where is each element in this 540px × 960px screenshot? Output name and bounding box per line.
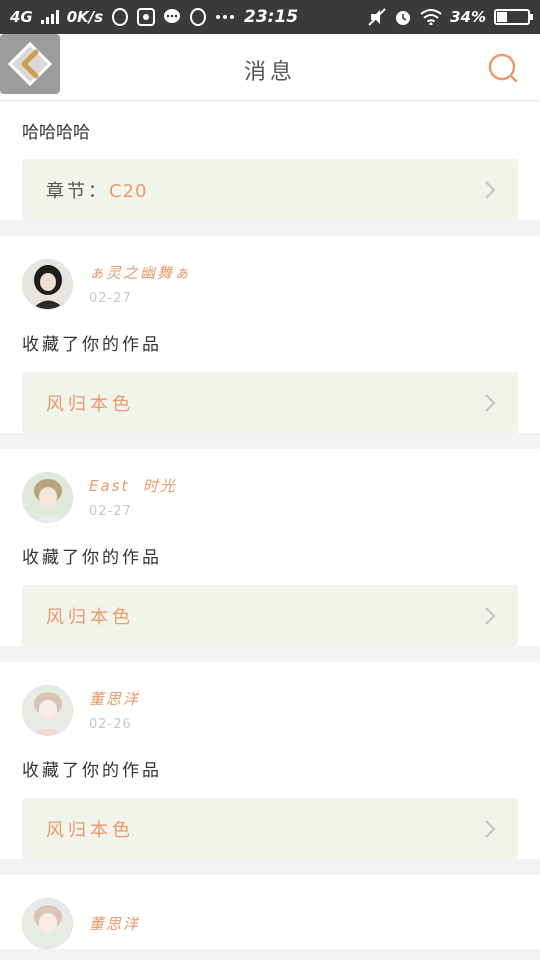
message-card: ぁ灵之幽舞ぁ 02-27 收藏了你的作品 风归本色 [0, 236, 540, 433]
page-title: 消息 [243, 60, 296, 85]
wifi-icon [420, 9, 442, 25]
network-speed: 0K/s [66, 8, 104, 26]
battery-fill [497, 12, 507, 22]
network-type: 4G [10, 8, 33, 26]
user-name[interactable]: 董思洋 [89, 688, 140, 709]
message-text: 收藏了你的作品 [22, 335, 162, 355]
clock: 23:15 [244, 7, 299, 27]
alarm-icon [394, 8, 412, 26]
avatar[interactable] [22, 684, 73, 736]
message-card: 董思洋 [0, 875, 540, 949]
work-link[interactable]: 风归本色 [22, 798, 518, 859]
more-icon [215, 14, 235, 20]
chapter-link[interactable]: 章节：C20 [22, 159, 518, 220]
search-icon [488, 53, 518, 83]
app-icon [137, 8, 156, 26]
message-date: 02-27 [89, 291, 132, 306]
message-card: 哈哈哈哈 章节：C20 [0, 102, 540, 220]
chapter-value: C20 [109, 180, 148, 202]
search-button[interactable] [488, 53, 518, 83]
user-name[interactable]: ぁ灵之幽舞ぁ [89, 262, 191, 283]
message-card: 董思洋 02-26 收藏了你的作品 风归本色 [0, 662, 540, 859]
chevron-right-icon [485, 819, 496, 838]
message-date: 02-26 [89, 717, 132, 732]
chevron-right-icon [485, 393, 496, 412]
avatar[interactable] [22, 258, 73, 310]
chapter-label: 章节： [46, 180, 109, 202]
user-name[interactable]: 董思洋 [89, 913, 140, 934]
user-name[interactable]: East 时光 [89, 475, 177, 496]
battery-percent: 34% [450, 8, 486, 26]
avatar[interactable] [22, 897, 73, 949]
work-link[interactable]: 风归本色 [22, 372, 518, 433]
chevron-right-icon [485, 180, 496, 199]
app-header: 消息 [0, 34, 540, 101]
status-bar: 4G 0K/s 23:15 34% [0, 0, 540, 34]
message-list: 哈哈哈哈 章节：C20 ぁ灵之幽舞ぁ 02-27 收藏了你的作品 风归本色 Ea… [0, 102, 540, 949]
message-icon [163, 8, 181, 26]
work-title: 风归本色 [46, 819, 134, 841]
qq-icon [111, 8, 129, 26]
qq-icon [189, 8, 207, 26]
message-date: 02-27 [89, 504, 132, 519]
work-link[interactable]: 风归本色 [22, 585, 518, 646]
message-text: 收藏了你的作品 [22, 548, 162, 568]
chevron-right-icon [485, 606, 496, 625]
work-title: 风归本色 [46, 606, 134, 628]
message-text: 哈哈哈哈 [22, 123, 90, 143]
signal-icon [40, 10, 59, 24]
avatar[interactable] [22, 471, 73, 523]
message-card: East 时光 02-27 收藏了你的作品 风归本色 [0, 449, 540, 646]
work-title: 风归本色 [46, 393, 134, 415]
message-text: 收藏了你的作品 [22, 761, 162, 781]
mute-icon [368, 8, 386, 26]
battery-icon [494, 9, 533, 25]
